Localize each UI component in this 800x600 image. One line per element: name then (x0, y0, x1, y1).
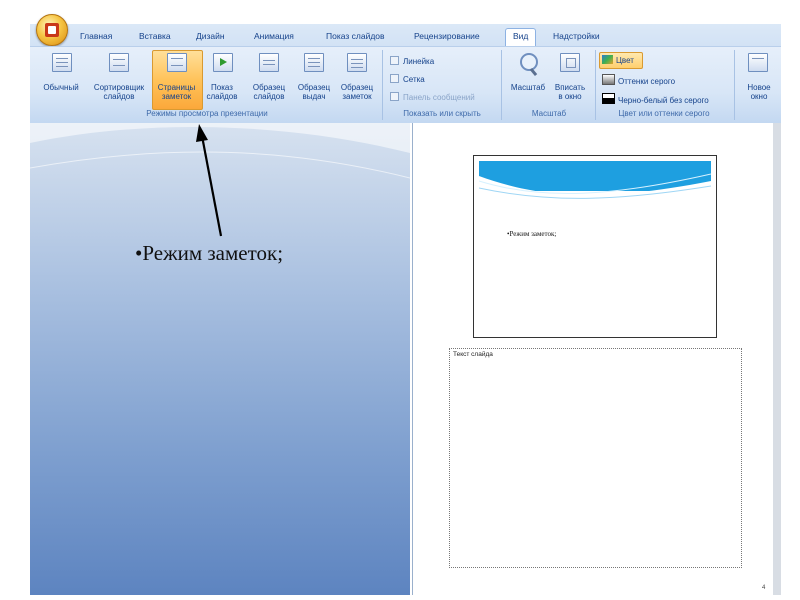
office-logo-icon (45, 23, 59, 37)
black-white-option[interactable]: Черно-белый без серого (602, 93, 709, 105)
page-number: 4 (762, 585, 766, 591)
slide-master-label-2: слайдов (253, 92, 285, 101)
handout-master-label-2: выдач (302, 92, 326, 101)
group-separator (501, 50, 502, 120)
notes-master-label-1: Образец (340, 83, 374, 92)
color-option[interactable]: Цвет (602, 55, 634, 65)
slide-thumbnail-text: •Режим заметок; (507, 230, 557, 238)
black-white-swatch-icon (602, 93, 615, 104)
group-separator (595, 50, 596, 120)
fit-window-icon (560, 53, 580, 72)
slide-show-label-1: Показ (211, 83, 233, 92)
grayscale-option-label: Оттенки серого (618, 77, 676, 86)
slide-sorter-icon (109, 53, 129, 72)
new-window-icon (748, 53, 768, 72)
slide-sorter-label-2: слайдов (103, 92, 135, 101)
pointer-arrow (196, 124, 223, 237)
grayscale-option[interactable]: Оттенки серого (602, 74, 675, 86)
message-bar-checkbox-box (390, 92, 399, 101)
slide-show-label-2: слайдов (206, 92, 238, 101)
grid-checkbox-box[interactable] (390, 74, 399, 83)
slide-sorter-label-1: Сортировщик (93, 83, 145, 92)
notes-placeholder-box[interactable] (449, 348, 742, 568)
grayscale-swatch-icon (602, 74, 615, 85)
fit-window-label-1: Вписать (554, 83, 586, 92)
slide-master-label-1: Образец (252, 83, 286, 92)
tab-review[interactable]: Рецензирование (414, 31, 480, 45)
tab-slide-show[interactable]: Показ слайдов (326, 31, 385, 45)
ruler-checkbox-box[interactable] (390, 56, 399, 65)
workspace-margin (773, 123, 781, 595)
color-swatch-icon (602, 55, 613, 64)
tab-insert[interactable]: Вставка (139, 31, 171, 45)
notes-placeholder-text: Текст слайда (453, 351, 493, 358)
tab-design[interactable]: Дизайн (196, 31, 225, 45)
normal-view-icon (52, 53, 72, 72)
ruler-checkbox-label: Линейка (403, 57, 435, 66)
slide-show-icon (213, 53, 233, 72)
group-label-color: Цвет или оттенки серого (618, 109, 710, 118)
powerpoint-window: Главная Вставка Дизайн Анимация Показ сл… (0, 0, 800, 600)
handout-master-label-1: Образец (297, 83, 331, 92)
notes-page-label-1: Страницы (157, 83, 196, 92)
handout-master-icon (304, 53, 324, 72)
new-window-label-1: Новое (747, 83, 771, 92)
tab-home[interactable]: Главная (80, 31, 112, 45)
tab-animation[interactable]: Анимация (254, 31, 294, 45)
slide-thumbnail[interactable] (473, 155, 717, 338)
tab-addins[interactable]: Надстройки (553, 31, 600, 45)
tab-view[interactable]: Вид (505, 28, 537, 47)
group-separator (382, 50, 383, 120)
group-label-zoom: Масштаб (531, 109, 567, 118)
fit-window-label-2: в окно (558, 92, 582, 101)
slide-thumbnail-wave (478, 161, 712, 216)
zoom-label: Масштаб (510, 83, 546, 92)
office-button[interactable] (36, 14, 68, 46)
ruler-checkbox[interactable]: Линейка (390, 56, 434, 66)
grid-checkbox[interactable]: Сетка (390, 74, 425, 84)
normal-view-label: Обычный (43, 83, 79, 92)
group-label-show-hide: Показать или скрыть (403, 109, 481, 118)
group-separator (734, 50, 735, 120)
notes-master-icon (347, 53, 367, 72)
slide-bullet-text: •Режим заметок; (135, 241, 284, 265)
color-option-label: Цвет (616, 56, 634, 65)
black-white-option-label: Черно-белый без серого (618, 96, 709, 105)
message-bar-checkbox-label: Панель сообщений (403, 93, 475, 102)
grid-checkbox-label: Сетка (403, 75, 425, 84)
message-bar-checkbox: Панель сообщений (390, 92, 475, 102)
zoom-icon (520, 53, 538, 71)
notes-page-icon (167, 53, 187, 72)
notes-page-label-2: заметок (161, 92, 192, 101)
notes-master-label-2: заметок (342, 92, 372, 101)
new-window-label-2: окно (750, 92, 768, 101)
slide-master-icon (259, 53, 279, 72)
